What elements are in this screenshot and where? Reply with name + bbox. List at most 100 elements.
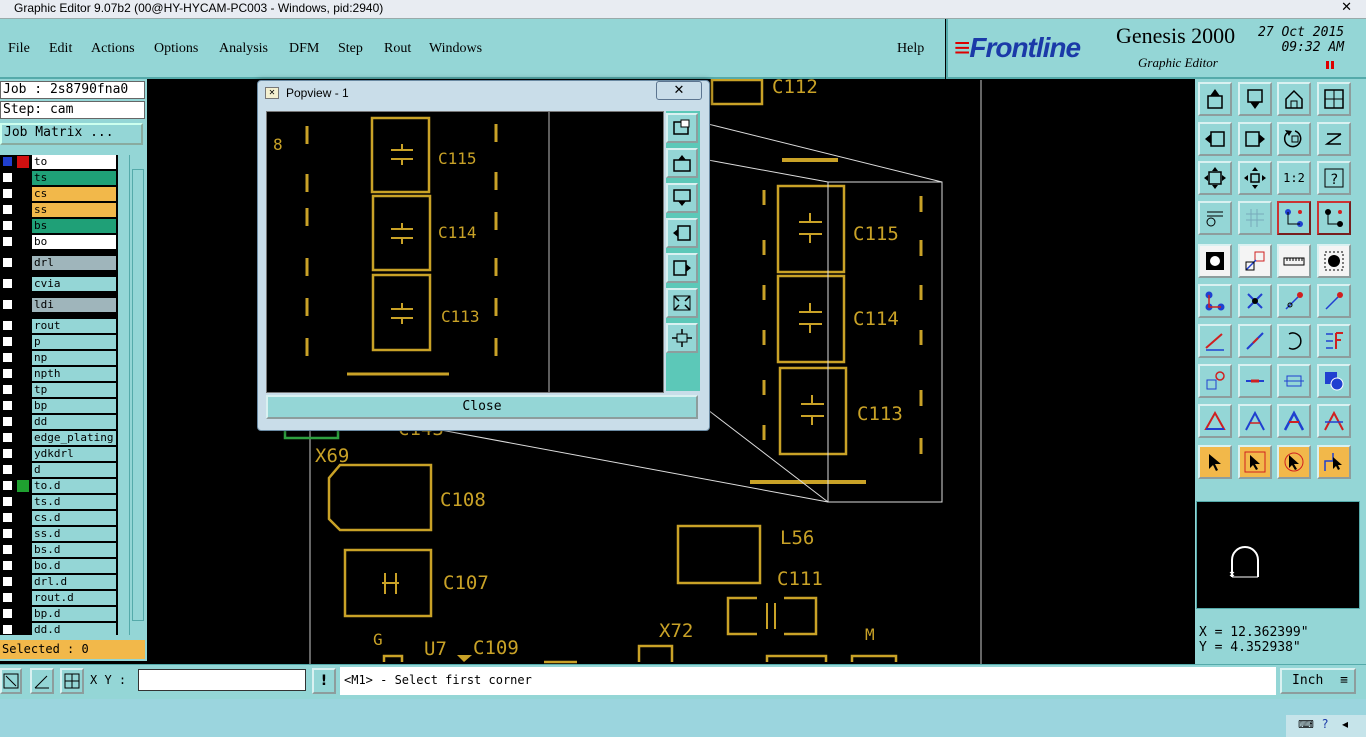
pad-fill-icon[interactable]: [1198, 244, 1232, 278]
zoom-back-icon[interactable]: [1277, 122, 1311, 156]
layer-checkbox[interactable]: [2, 236, 13, 247]
snap-line-icon[interactable]: [0, 668, 22, 694]
layer-name[interactable]: ldi: [32, 298, 116, 312]
add-via-icon[interactable]: [1198, 364, 1232, 398]
layer-checkbox[interactable]: [2, 172, 13, 183]
layer-name[interactable]: bs.d: [32, 543, 116, 557]
round-pad-icon[interactable]: [1317, 244, 1351, 278]
layer-row[interactable]: bs.d: [0, 543, 118, 557]
layer-checkbox[interactable]: [2, 592, 13, 603]
help-icon[interactable]: ?: [1317, 161, 1351, 195]
menu-rout[interactable]: Rout: [384, 41, 411, 57]
layer-checkbox[interactable]: [2, 336, 13, 347]
layer-checkbox[interactable]: [2, 448, 13, 459]
layer-name[interactable]: ts: [32, 171, 116, 185]
keyboard-icon[interactable]: ⌨: [1298, 718, 1314, 731]
add-pad-icon[interactable]: [1238, 244, 1272, 278]
layer-checkbox[interactable]: [2, 480, 13, 491]
popview-pan-up-icon[interactable]: [666, 148, 698, 178]
layer-row[interactable]: to.d: [0, 479, 118, 493]
connect-icon[interactable]: [1317, 201, 1351, 235]
layer-name[interactable]: tp: [32, 383, 116, 397]
arc-icon[interactable]: [1277, 324, 1311, 358]
job-matrix-button[interactable]: Job Matrix ...: [0, 123, 143, 145]
redraw-icon[interactable]: [1317, 122, 1351, 156]
tray-help-icon[interactable]: ?: [1322, 717, 1328, 731]
layer-row[interactable]: ss: [0, 203, 118, 217]
layer-name[interactable]: drl: [32, 256, 116, 270]
menu-options[interactable]: Options: [154, 41, 198, 57]
layer-name[interactable]: bp: [32, 399, 116, 413]
layer-checkbox[interactable]: [2, 278, 13, 289]
popview-zoom-window-icon[interactable]: [666, 113, 698, 143]
popview-pan-down-icon[interactable]: [666, 183, 698, 213]
layer-checkbox[interactable]: [2, 576, 13, 587]
layer-row[interactable]: ts: [0, 171, 118, 185]
layer-name[interactable]: d: [32, 463, 116, 477]
snap-grid-icon[interactable]: [60, 668, 84, 694]
text-f-icon[interactable]: [1317, 324, 1351, 358]
layer-checkbox[interactable]: [2, 352, 13, 363]
peak-alt-icon[interactable]: [1317, 404, 1351, 438]
layer-row[interactable]: d: [0, 463, 118, 477]
layer-checkbox[interactable]: [2, 156, 13, 167]
layer-name[interactable]: p: [32, 335, 116, 349]
select-box-icon[interactable]: [1238, 445, 1272, 479]
window-close-icon[interactable]: ✕: [1341, 0, 1352, 15]
layer-row[interactable]: cs.d: [0, 511, 118, 525]
layer-checkbox[interactable]: [2, 608, 13, 619]
layer-row[interactable]: tp: [0, 383, 118, 397]
popview-zoom-out-icon[interactable]: [666, 323, 698, 353]
layer-checkbox[interactable]: [2, 528, 13, 539]
select-shape-icon[interactable]: [1277, 445, 1311, 479]
layer-row[interactable]: rout: [0, 319, 118, 333]
layer-checkbox[interactable]: [2, 464, 13, 475]
layer-checkbox[interactable]: [2, 544, 13, 555]
layer-row[interactable]: dd: [0, 415, 118, 429]
add-line-icon[interactable]: [1198, 324, 1232, 358]
menu-edit[interactable]: Edit: [49, 41, 72, 57]
layer-name[interactable]: rout.d: [32, 591, 116, 605]
snap-icon[interactable]: [1277, 201, 1311, 235]
layer-checkbox[interactable]: [2, 400, 13, 411]
layer-name[interactable]: drl.d: [32, 575, 116, 589]
menu-windows[interactable]: Windows: [429, 41, 482, 57]
layer-row[interactable]: cvia: [0, 277, 118, 291]
units-select[interactable]: Inch ≡: [1280, 668, 1356, 694]
layer-name[interactable]: bo: [32, 235, 116, 249]
menu-file[interactable]: File: [8, 41, 30, 57]
xy-input[interactable]: [138, 669, 306, 691]
layer-row[interactable]: cs: [0, 187, 118, 201]
layer-name[interactable]: ss: [32, 203, 116, 217]
layer-list-scrollbar[interactable]: [129, 155, 145, 635]
layer-checkbox[interactable]: [2, 512, 13, 523]
pan-up-icon[interactable]: [1198, 82, 1232, 116]
layer-row[interactable]: ss.d: [0, 527, 118, 541]
line-point-icon[interactable]: [1277, 284, 1311, 318]
layer-name[interactable]: np: [32, 351, 116, 365]
zoom-out-icon[interactable]: [1238, 161, 1272, 195]
layer-row[interactable]: bo: [0, 235, 118, 249]
layer-row[interactable]: ydkdrl: [0, 447, 118, 461]
menu-analysis[interactable]: Analysis: [219, 41, 268, 57]
layer-row[interactable]: bo.d: [0, 559, 118, 573]
pan-down-icon[interactable]: [1238, 82, 1272, 116]
popview-canvas[interactable]: 8 C115 C114 C113: [266, 111, 664, 393]
layer-name[interactable]: dd: [32, 415, 116, 429]
layer-row[interactable]: ldi: [0, 298, 118, 312]
layer-checkbox[interactable]: [2, 560, 13, 571]
layer-name[interactable]: to: [32, 155, 116, 169]
layer-checkbox[interactable]: [2, 257, 13, 268]
scale-ratio-icon[interactable]: 1:2: [1277, 161, 1311, 195]
layer-name[interactable]: ss.d: [32, 527, 116, 541]
layer-name[interactable]: ydkdrl: [32, 447, 116, 461]
peak-icon[interactable]: [1238, 404, 1272, 438]
horizontal-line-icon[interactable]: [1238, 364, 1272, 398]
group-icon[interactable]: [1317, 364, 1351, 398]
measure-icon[interactable]: [1198, 201, 1232, 235]
pan-left-icon[interactable]: [1198, 122, 1232, 156]
layer-row[interactable]: bp.d: [0, 607, 118, 621]
layer-checkbox[interactable]: [2, 368, 13, 379]
cross-icon[interactable]: [1238, 284, 1272, 318]
layer-name[interactable]: bo.d: [32, 559, 116, 573]
